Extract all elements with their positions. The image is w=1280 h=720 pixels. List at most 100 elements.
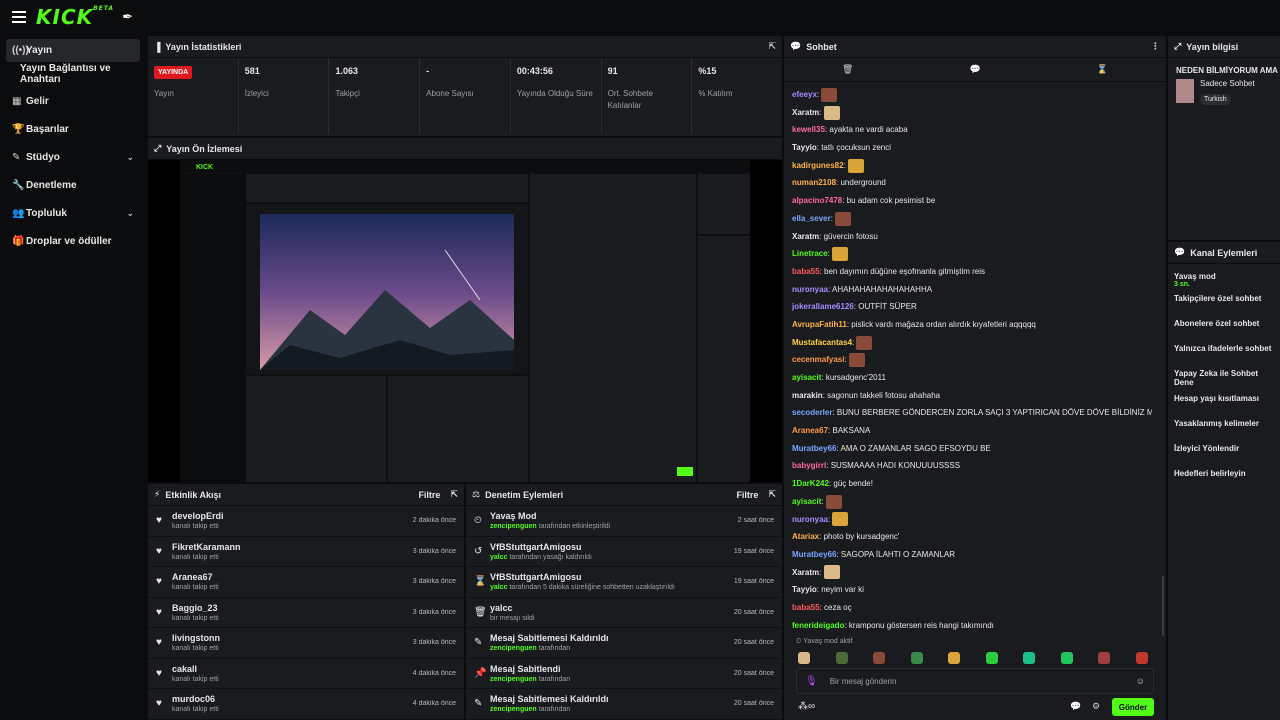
chat-username[interactable]: baba55 <box>792 267 820 276</box>
channel-action-item[interactable]: Yalnızca ifadelerle sohbet <box>1168 344 1280 369</box>
channel-action-item[interactable]: Yasaklanmış kelimeler <box>1168 419 1280 444</box>
follower-name[interactable]: FikretKaramann <box>172 542 413 552</box>
mic-icon[interactable]: 🎙 <box>805 676 818 687</box>
chat-message: marakin: sagonun takkeli fotosu ahahaha <box>792 390 941 400</box>
kick-logo[interactable]: KICKBETA <box>36 5 114 29</box>
chat-username[interactable]: Mustafacantas4 <box>792 338 852 347</box>
moderator-name[interactable]: zencipenguen <box>490 706 537 713</box>
channel-action-item[interactable]: Hesap yaşı kısıtlaması <box>1168 394 1280 419</box>
follower-name[interactable]: Baggio_23 <box>172 603 413 613</box>
emote-icon[interactable] <box>1060 652 1073 664</box>
chat-username[interactable]: numan2108 <box>792 178 836 187</box>
moderator-name[interactable]: yalcc <box>490 554 508 561</box>
moderator-name[interactable]: zencipenguen <box>490 645 537 652</box>
sidebar-item[interactable]: Yayın Bağlantısı ve Anahtarı <box>6 62 140 85</box>
chat-username[interactable]: Xaratm <box>792 108 819 117</box>
chat-username[interactable]: alpacino7478 <box>792 196 842 205</box>
emote-icon[interactable] <box>910 652 923 664</box>
follower-name[interactable]: murdoc06 <box>172 694 413 704</box>
sidebar-item[interactable]: 🏆 Başarılar <box>6 118 140 141</box>
chat-username[interactable]: ella_sever <box>792 214 831 223</box>
chat-username[interactable]: jokerallame6126 <box>792 302 854 311</box>
emote-icon[interactable] <box>835 652 848 664</box>
more-icon[interactable]: ⋮ <box>1151 41 1160 52</box>
emote-icon[interactable] <box>798 652 810 664</box>
chat-username[interactable]: nuronyaa <box>792 515 828 524</box>
sidebar-item[interactable]: 👥 Topluluk ⌄ <box>6 202 140 225</box>
moderator-name[interactable]: yalcc <box>490 584 508 591</box>
chat-username[interactable]: fenerideigado <box>792 621 844 630</box>
emote-icon[interactable] <box>1135 652 1148 664</box>
channel-action-item[interactable]: Yapay Zeka ile Sohbet Dene <box>1168 369 1280 394</box>
chat-username[interactable]: efeeyx <box>792 90 817 99</box>
gear-icon[interactable]: ⚙ <box>1092 701 1100 712</box>
activity-row: ♥ FikretKaramann kanalı takip etti 3 dakika… <box>148 537 464 567</box>
stream-preview[interactable]: KICK <box>148 160 782 482</box>
chat-username[interactable]: 1DarK242 <box>792 479 829 488</box>
moderator-name[interactable]: zencipenguen <box>490 676 537 683</box>
chat-username[interactable]: secoderler <box>792 408 832 417</box>
sidebar-item[interactable]: 🔧 Denetleme <box>6 174 140 197</box>
menu-icon[interactable] <box>12 11 26 23</box>
chat-username[interactable]: Xaratm <box>792 232 819 241</box>
chat-username[interactable]: Linetrace <box>792 249 828 258</box>
follower-name[interactable]: cakall <box>172 664 413 674</box>
chat-username[interactable]: nuronyaa <box>792 285 828 294</box>
popout-icon[interactable]: ⇱ <box>768 489 776 500</box>
chat-username[interactable]: Muratbey66 <box>792 550 836 559</box>
channel-action-item[interactable]: İzleyici Yönlendir <box>1168 444 1280 469</box>
chat-username[interactable]: Muratbey66 <box>792 444 836 453</box>
emote-icon[interactable] <box>1098 652 1111 664</box>
sidebar-item[interactable]: ▦ Gelir <box>6 90 140 113</box>
chat-input[interactable]: 🎙 Bir mesaj gönderin ☺ <box>796 668 1154 694</box>
stat-item: 581 İzleyici <box>239 58 330 134</box>
chat-username[interactable]: AvrupaFatih11 <box>792 320 847 329</box>
follower-name[interactable]: developErdi <box>172 511 413 521</box>
chat-settings-bubble-icon[interactable]: 💬 <box>1070 701 1081 712</box>
chat-username[interactable]: ayisacit <box>792 497 821 506</box>
chat-username[interactable]: ayisacit <box>792 373 821 382</box>
hourglass-icon[interactable]: ⌛ <box>1097 64 1108 75</box>
chat-username[interactable]: Tayyio <box>792 143 817 152</box>
send-button[interactable]: Gönder <box>1112 698 1154 716</box>
chat-scrollbar[interactable] <box>1162 576 1164 636</box>
stat-label: Yayın <box>154 89 174 98</box>
emote-icon[interactable] <box>948 652 961 664</box>
creator-tools-icon[interactable]: ✒ <box>122 9 133 25</box>
follower-name[interactable]: livingstonn <box>172 633 413 643</box>
emoji-icon[interactable]: ☺ <box>1136 676 1145 686</box>
chat-username[interactable]: Tayyio <box>792 585 817 594</box>
chat-username[interactable]: kadirgunes82 <box>792 161 844 170</box>
follower-name[interactable]: Aranea67 <box>172 572 413 582</box>
popout-icon[interactable]: ⇱ <box>768 41 776 52</box>
channel-action-item[interactable]: Takipçilere özel sohbet <box>1168 294 1280 319</box>
chat-username[interactable]: cecenmafyasi <box>792 355 844 364</box>
emote-icon[interactable] <box>985 652 998 664</box>
channel-action-item[interactable]: Abonelere özel sohbet <box>1168 319 1280 344</box>
chevron-down-icon[interactable]: ⌄ <box>126 152 134 163</box>
chat-username[interactable]: kewell35 <box>792 125 825 134</box>
chat-text: OUTFİT SÜPER <box>858 302 917 312</box>
chevron-down-icon[interactable]: ⌄ <box>126 208 134 219</box>
chat-username[interactable]: baba55 <box>792 603 820 612</box>
chat-username[interactable]: marakin <box>792 391 823 400</box>
chat-username[interactable]: Aranea67 <box>792 426 828 435</box>
trash-icon[interactable]: 🗑 <box>842 64 853 75</box>
chat-username[interactable]: babygirrl <box>792 461 826 470</box>
filter-button[interactable]: Filtre <box>418 490 440 500</box>
channel-action-item[interactable]: Hedefleri belirleyin <box>1168 469 1280 494</box>
chat-username[interactable]: Atariax <box>792 532 819 541</box>
emote-icon[interactable] <box>1023 652 1036 664</box>
sidebar-item[interactable]: ((•)) Yayın <box>6 39 140 62</box>
brush-icon: ✎ <box>12 152 21 163</box>
emote-icon[interactable] <box>873 652 886 664</box>
slow-mode-action[interactable]: Yavaş mod 3 sn. <box>1168 264 1280 294</box>
filter-button[interactable]: Filtre <box>736 490 758 500</box>
chat-bubble-icon[interactable]: 💬 <box>969 64 980 75</box>
popout-icon[interactable]: ⇱ <box>450 489 458 500</box>
moderator-name[interactable]: zencipenguen <box>490 523 537 530</box>
sidebar-item[interactable]: ✎ Stüdyo ⌄ <box>6 146 140 169</box>
chat-username[interactable]: Xaratm <box>792 568 819 577</box>
points-icon[interactable]: ⁂∞ <box>798 701 815 712</box>
sidebar-item[interactable]: 🎁 Droplar ve ödüller <box>6 230 140 253</box>
